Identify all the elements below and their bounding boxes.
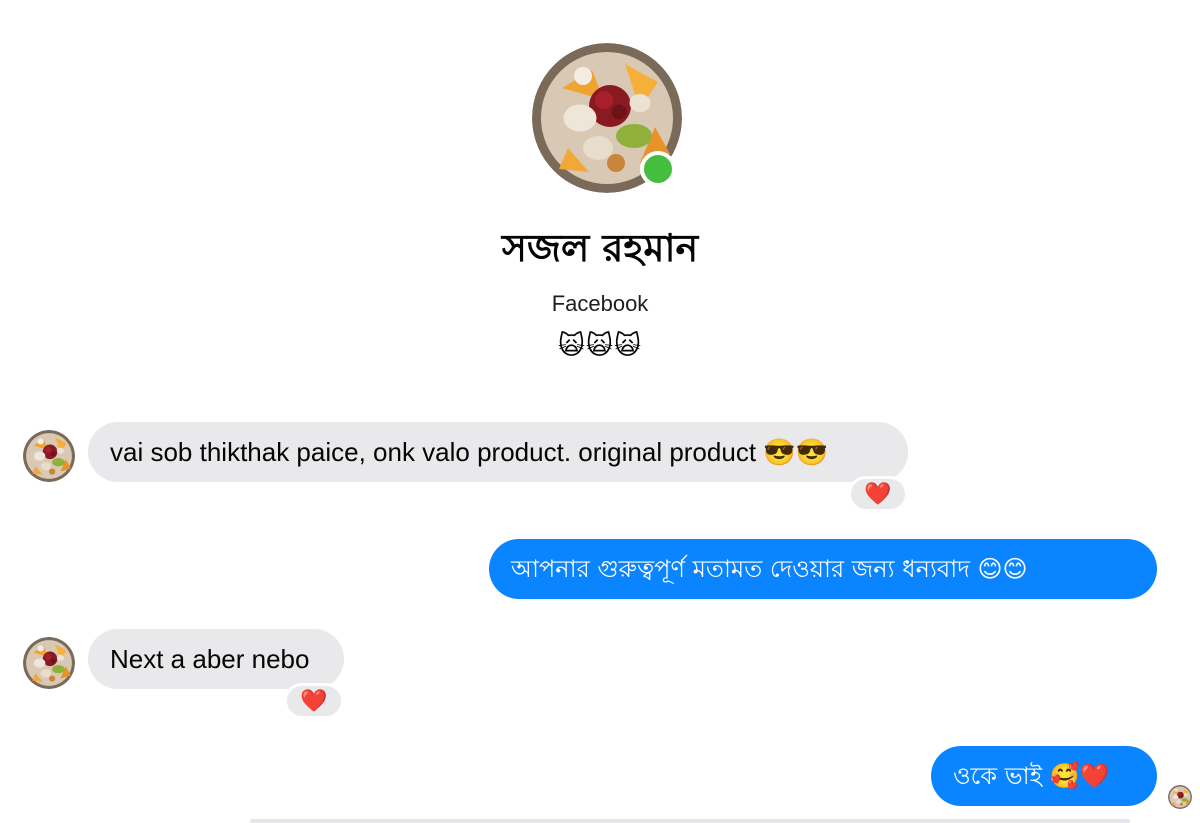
composer-divider [250, 819, 1130, 823]
contact-bio-emoji: 🙀🙀🙀 [557, 331, 643, 361]
seen-receipt-avatar [1168, 785, 1192, 809]
contact-source-label: Facebook [551, 291, 649, 316]
message-bubble-incoming[interactable]: Next a aber nebo [88, 629, 344, 689]
contact-name: সজল রহমান [501, 226, 699, 270]
sender-avatar[interactable] [23, 430, 75, 482]
heart-reaction-icon[interactable]: ❤️ [284, 683, 344, 719]
food-plate-photo-avatar-icon [23, 430, 75, 482]
message-bubble-outgoing[interactable]: ওকে ভাই 🥰❤️ [931, 746, 1157, 806]
message-bubble-incoming[interactable]: vai sob thikthak paice, onk valo product… [88, 422, 908, 482]
sender-avatar[interactable] [23, 637, 75, 689]
message-bubble-outgoing[interactable]: আপনার গুরুত্বপূর্ণ মতামত দেওয়ার জন্য ধন… [489, 539, 1157, 599]
messenger-chat-screen: সজল রহমান Facebook 🙀🙀🙀 vai sob thikthak … [0, 0, 1200, 823]
food-plate-photo-avatar-icon [1168, 785, 1192, 809]
food-plate-photo-avatar-icon [23, 637, 75, 689]
heart-reaction-icon[interactable]: ❤️ [848, 476, 908, 512]
online-status-indicator [640, 151, 676, 187]
